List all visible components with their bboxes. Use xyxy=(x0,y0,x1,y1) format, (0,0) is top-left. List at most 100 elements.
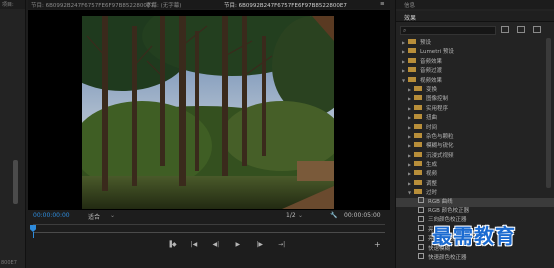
wrench-icon[interactable]: 🔧 xyxy=(330,212,337,219)
panel-menu-icon[interactable]: ≡ xyxy=(380,1,385,7)
effect-icon xyxy=(418,253,424,260)
tree-item-label: 预设 xyxy=(420,40,432,46)
chevron-down-icon[interactable]: ⌄ xyxy=(110,212,115,219)
tree-item-label: 模糊与锐化 xyxy=(426,143,454,150)
program-monitor-viewer[interactable] xyxy=(28,10,390,210)
effect-icon xyxy=(418,215,424,222)
video-frame xyxy=(82,16,334,209)
source-monitor-tab[interactable]: 节目: 6B0992B247F6757FE6F97B8522800E7 xyxy=(31,1,154,9)
folder-icon xyxy=(414,104,422,110)
folder-icon xyxy=(414,95,422,101)
effects-filter-buttons xyxy=(501,26,547,35)
effects-scrollbar[interactable] xyxy=(546,38,551,188)
tree-item-label: 图像控制 xyxy=(426,96,449,103)
effects-folder-item[interactable]: ▶ 沉浸式视频 xyxy=(396,151,554,160)
transport-controls: ▐◆ |◀ ◀| ▶ |▶ →| xyxy=(165,241,295,251)
playhead-marker[interactable] xyxy=(30,225,36,232)
tree-item-label: RGB 颜色校正器 xyxy=(428,208,470,215)
tree-item-label: 杂色与颗粒 xyxy=(426,133,454,140)
step-forward-button[interactable]: |▶ xyxy=(253,241,267,248)
tree-item-label: 实用程序 xyxy=(426,105,449,112)
effects-folder-item[interactable]: ▶ 预设 xyxy=(396,38,554,47)
effects-search-input[interactable]: ⌕ xyxy=(400,26,496,35)
folder-icon xyxy=(414,132,422,138)
viewer-controls-row: 00:00:00:00 适合 ⌄ 1/2 ⌄ 🔧 00:00:05:00 xyxy=(28,210,390,222)
folder-icon xyxy=(414,114,422,120)
effects-folder-item[interactable]: ▶ Lumetri 预设 xyxy=(396,47,554,56)
effects-folder-item[interactable]: ▶ 模糊与锐化 xyxy=(396,141,554,150)
effect-icon xyxy=(418,225,424,232)
info-tab[interactable]: 信息 xyxy=(404,1,415,9)
folder-icon xyxy=(414,151,422,157)
effects-folder-item[interactable]: ▶ 调整 xyxy=(396,179,554,188)
effect-icon xyxy=(418,234,424,241)
tree-item-label: 快速颜色校正器 xyxy=(428,254,467,261)
tree-item-label: 变换 xyxy=(426,86,438,93)
resolution-dropdown[interactable]: 1/2 xyxy=(286,212,296,219)
zoom-fit-dropdown[interactable]: 适合 xyxy=(88,212,100,221)
folder-icon xyxy=(408,57,416,63)
playhead-line xyxy=(33,232,34,238)
accelerated-effects-icon[interactable] xyxy=(501,26,509,33)
monitor-header: 节目: 6B0992B247F6757FE6F97B8522800E7 字幕: … xyxy=(28,0,390,9)
project-scrollbar[interactable] xyxy=(13,160,18,204)
folder-icon xyxy=(414,85,422,91)
chevron-down-icon[interactable]: ⌄ xyxy=(298,212,303,219)
effect-icon xyxy=(418,244,424,251)
tree-item-label: 时间 xyxy=(426,124,438,131)
go-to-out-button[interactable]: →| xyxy=(275,241,289,248)
folder-icon xyxy=(408,67,416,73)
folder-icon xyxy=(408,39,416,44)
play-button[interactable]: ▶ xyxy=(231,241,245,248)
tree-item-label: 调整 xyxy=(426,180,438,187)
go-to-in-button[interactable]: |◀ xyxy=(187,241,201,248)
effects-folder-item[interactable]: ▶ 视频 xyxy=(396,169,554,178)
project-panel: 项目: 800E7 xyxy=(0,0,26,268)
folder-icon xyxy=(408,48,416,54)
tree-item-label: 扭曲 xyxy=(426,115,438,122)
marker-button[interactable]: ▐◆ xyxy=(165,241,179,248)
effect-icon xyxy=(418,206,424,213)
tree-item-label: 视频效果 xyxy=(420,77,443,84)
32bit-effects-icon[interactable] xyxy=(516,26,525,33)
effects-folder-item[interactable]: ▶ 扭曲 xyxy=(396,113,554,122)
scrubber-track[interactable] xyxy=(33,232,385,233)
forest-scene-image xyxy=(82,16,334,209)
folder-icon xyxy=(414,189,422,195)
project-panel-header[interactable]: 项目: xyxy=(0,0,25,9)
tree-item-label: 音频效果 xyxy=(420,58,443,65)
project-panel-footer: 800E7 xyxy=(1,260,17,266)
folder-icon xyxy=(408,76,416,82)
step-back-button[interactable]: ◀| xyxy=(209,241,223,248)
captions-tab[interactable]: 字幕: (无字幕) xyxy=(146,1,181,9)
effect-item[interactable]: 快速颜色校正器 xyxy=(396,253,554,263)
search-icon: ⌕ xyxy=(403,27,407,34)
yuv-effects-icon[interactable] xyxy=(532,26,541,33)
folder-icon xyxy=(414,179,422,185)
effects-folder-item[interactable]: ▶ 图像控制 xyxy=(396,94,554,103)
tree-item-label: RGB 曲线 xyxy=(428,198,453,205)
effects-folder-item[interactable]: ▼ 视频效果 xyxy=(396,76,554,85)
effects-folder-item[interactable]: ▶ 音频过渡 xyxy=(396,66,554,75)
folder-icon xyxy=(414,170,422,176)
add-button[interactable]: + xyxy=(374,240,381,249)
effects-folder-item[interactable]: ▶ 生成 xyxy=(396,160,554,169)
effects-tab[interactable]: 效果 xyxy=(404,13,416,22)
folder-icon xyxy=(414,123,422,129)
watermark-logo: 最需教育 xyxy=(432,224,516,248)
timeline-scrubber[interactable] xyxy=(30,224,385,238)
effects-folder-item[interactable]: ▶ 实用程序 xyxy=(396,104,554,113)
tree-item-label: Lumetri 预设 xyxy=(420,49,454,56)
effects-folder-item[interactable]: ▶ 音频效果 xyxy=(396,57,554,66)
effect-icon xyxy=(418,197,424,204)
tree-item-label: 音频过渡 xyxy=(420,68,443,75)
playhead-timecode[interactable]: 00:00:00:00 xyxy=(33,212,70,219)
folder-icon xyxy=(414,142,422,148)
tree-item-label: 沉浸式视频 xyxy=(426,152,454,159)
tree-item-label: 过时 xyxy=(426,190,438,197)
effects-folder-item[interactable]: ▶ 变换 xyxy=(396,85,554,94)
tree-item-label: 视频 xyxy=(426,171,438,178)
effects-folder-item[interactable]: ▶ 时间 xyxy=(396,123,554,132)
program-monitor-tab[interactable]: 节目: 6B0992B247F6757FE6F97B8522800E7 xyxy=(224,1,347,9)
effects-folder-item[interactable]: ▶ 杂色与颗粒 xyxy=(396,132,554,141)
